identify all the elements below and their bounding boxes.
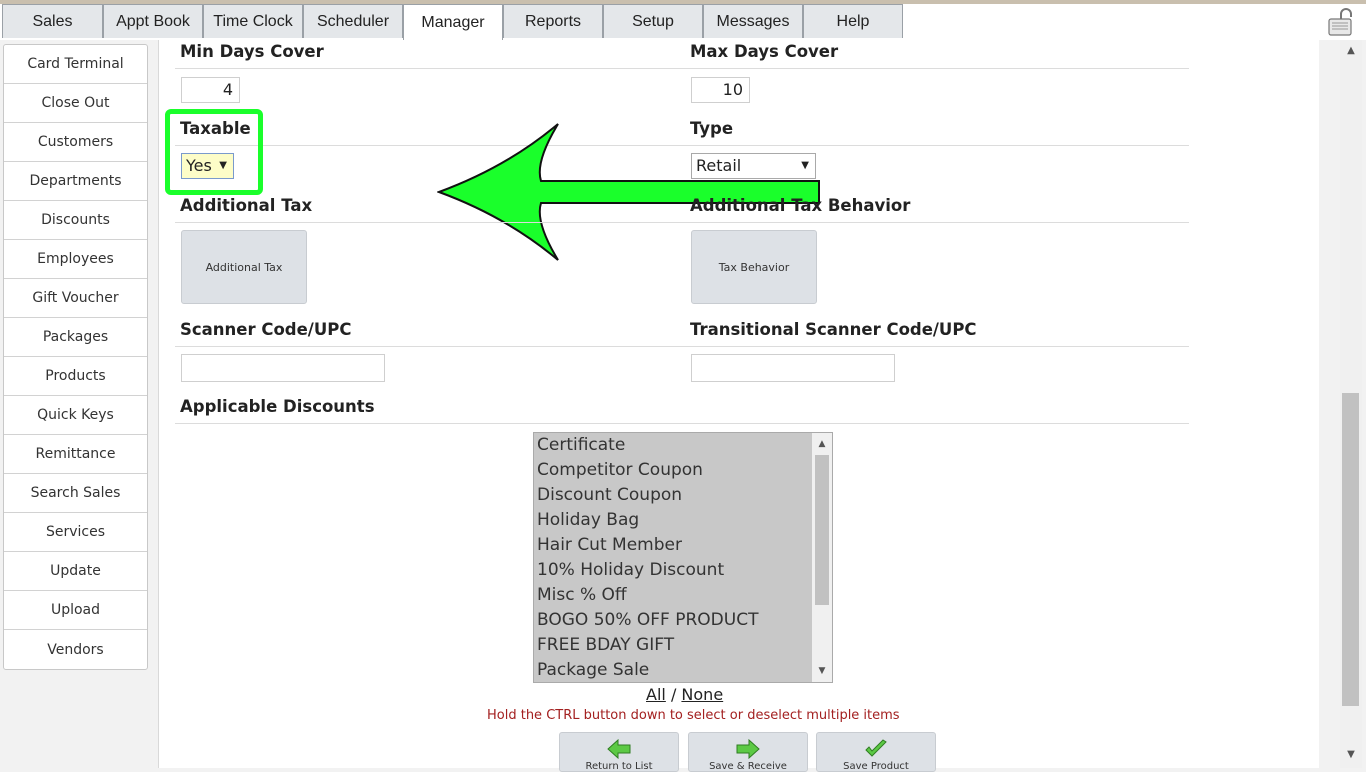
scroll-up-icon[interactable]: ▲ [812,435,832,453]
tab-scheduler[interactable]: Scheduler [303,4,403,38]
sidebar-item-close-out[interactable]: Close Out [4,84,147,123]
additional-tax-button[interactable]: Additional Tax [181,230,307,304]
additional-tax-behavior-label: Additional Tax Behavior [690,196,911,215]
discount-option[interactable]: FREE BDAY GIFT [537,633,674,658]
discount-option[interactable]: Holiday Bag [537,508,639,533]
lock-icon[interactable] [1326,7,1356,37]
sidebar-item-employees[interactable]: Employees [4,240,147,279]
return-to-list-label: Return to List [585,761,653,772]
tab-reports[interactable]: Reports [503,4,603,38]
transitional-scanner-code-input[interactable] [691,354,895,382]
sidebar-item-search-sales[interactable]: Search Sales [4,474,147,513]
select-none-link[interactable]: None [681,685,723,704]
discount-option[interactable]: Hair Cut Member [537,533,682,558]
min-days-cover-label: Min Days Cover [180,42,324,61]
select-all-none: All / None [646,685,723,704]
scrollbar-thumb[interactable] [1342,393,1359,706]
product-form: Min Days Cover Max Days Cover 4 10 Taxab… [158,40,1319,772]
scroll-down-icon[interactable]: ▼ [812,662,832,680]
sidebar-item-services[interactable]: Services [4,513,147,552]
taxable-highlight-box [165,109,263,195]
sidebar-item-remittance[interactable]: Remittance [4,435,147,474]
save-product-label: Save Product [843,761,909,772]
divider [175,423,1189,424]
transitional-scanner-code-label: Transitional Scanner Code/UPC [690,320,977,339]
right-arrow-icon [736,739,760,759]
sidebar-item-upload[interactable]: Upload [4,591,147,630]
max-days-cover-label: Max Days Cover [690,42,839,61]
sidebar-item-vendors[interactable]: Vendors [4,630,147,669]
save-product-button[interactable]: Save Product [816,732,936,772]
tab-manager[interactable]: Manager [403,4,503,40]
tab-time-clock[interactable]: Time Clock [203,4,303,38]
scrollbar-thumb[interactable] [815,455,829,605]
left-arrow-icon [607,739,631,759]
discount-option[interactable]: Package Sale [537,658,649,682]
tab-appt-book[interactable]: Appt Book [103,4,203,38]
save-receive-button[interactable]: Save & Receive [688,732,808,772]
divider [175,222,1189,223]
divider [175,68,1189,69]
checkmark-icon [865,739,887,757]
sidebar-item-update[interactable]: Update [4,552,147,591]
applicable-discounts-label: Applicable Discounts [180,397,375,416]
top-bar: Sales Appt Book Time Clock Scheduler Man… [0,0,1366,40]
discount-option[interactable]: Certificate [537,433,625,458]
discount-option[interactable]: 10% Holiday Discount [537,558,724,583]
sidebar-item-discounts[interactable]: Discounts [4,201,147,240]
sidebar-item-products[interactable]: Products [4,357,147,396]
max-days-cover-input[interactable]: 10 [691,77,750,103]
save-receive-label: Save & Receive [709,761,787,772]
additional-tax-label: Additional Tax [180,196,313,215]
sidebar-item-departments[interactable]: Departments [4,162,147,201]
min-days-cover-input[interactable]: 4 [181,77,240,103]
scroll-down-icon[interactable]: ▼ [1340,746,1362,764]
manager-sidebar: Card Terminal Close Out Customers Depart… [3,44,148,670]
tab-sales[interactable]: Sales [2,4,103,38]
tab-messages[interactable]: Messages [703,4,803,38]
discounts-scrollbar[interactable]: ▲ ▼ [812,433,832,682]
discount-option[interactable]: Discount Coupon [537,483,682,508]
return-to-list-button[interactable]: Return to List [559,732,679,772]
tax-behavior-button[interactable]: Tax Behavior [691,230,817,304]
scanner-code-input[interactable] [181,354,385,382]
discount-option[interactable]: BOGO 50% OFF PRODUCT [537,608,758,633]
sidebar-item-quick-keys[interactable]: Quick Keys [4,396,147,435]
divider [175,346,1189,347]
sidebar-item-customers[interactable]: Customers [4,123,147,162]
applicable-discounts-list[interactable]: Certificate Competitor Coupon Discount C… [533,432,833,683]
discount-option[interactable]: Competitor Coupon [537,458,703,483]
sidebar-item-packages[interactable]: Packages [4,318,147,357]
tab-help[interactable]: Help [803,4,903,38]
discount-option[interactable]: Misc % Off [537,583,627,608]
page-scrollbar[interactable]: ▲ ▼ [1340,40,1362,768]
ctrl-hint-text: Hold the CTRL button down to select or d… [487,708,900,723]
sidebar-item-card-terminal[interactable]: Card Terminal [4,45,147,84]
sidebar-item-gift-voucher[interactable]: Gift Voucher [4,279,147,318]
link-separator: / [670,685,677,704]
select-all-link[interactable]: All [646,685,666,704]
scroll-up-icon[interactable]: ▲ [1340,42,1362,60]
scanner-code-label: Scanner Code/UPC [180,320,352,339]
tab-setup[interactable]: Setup [603,4,703,38]
